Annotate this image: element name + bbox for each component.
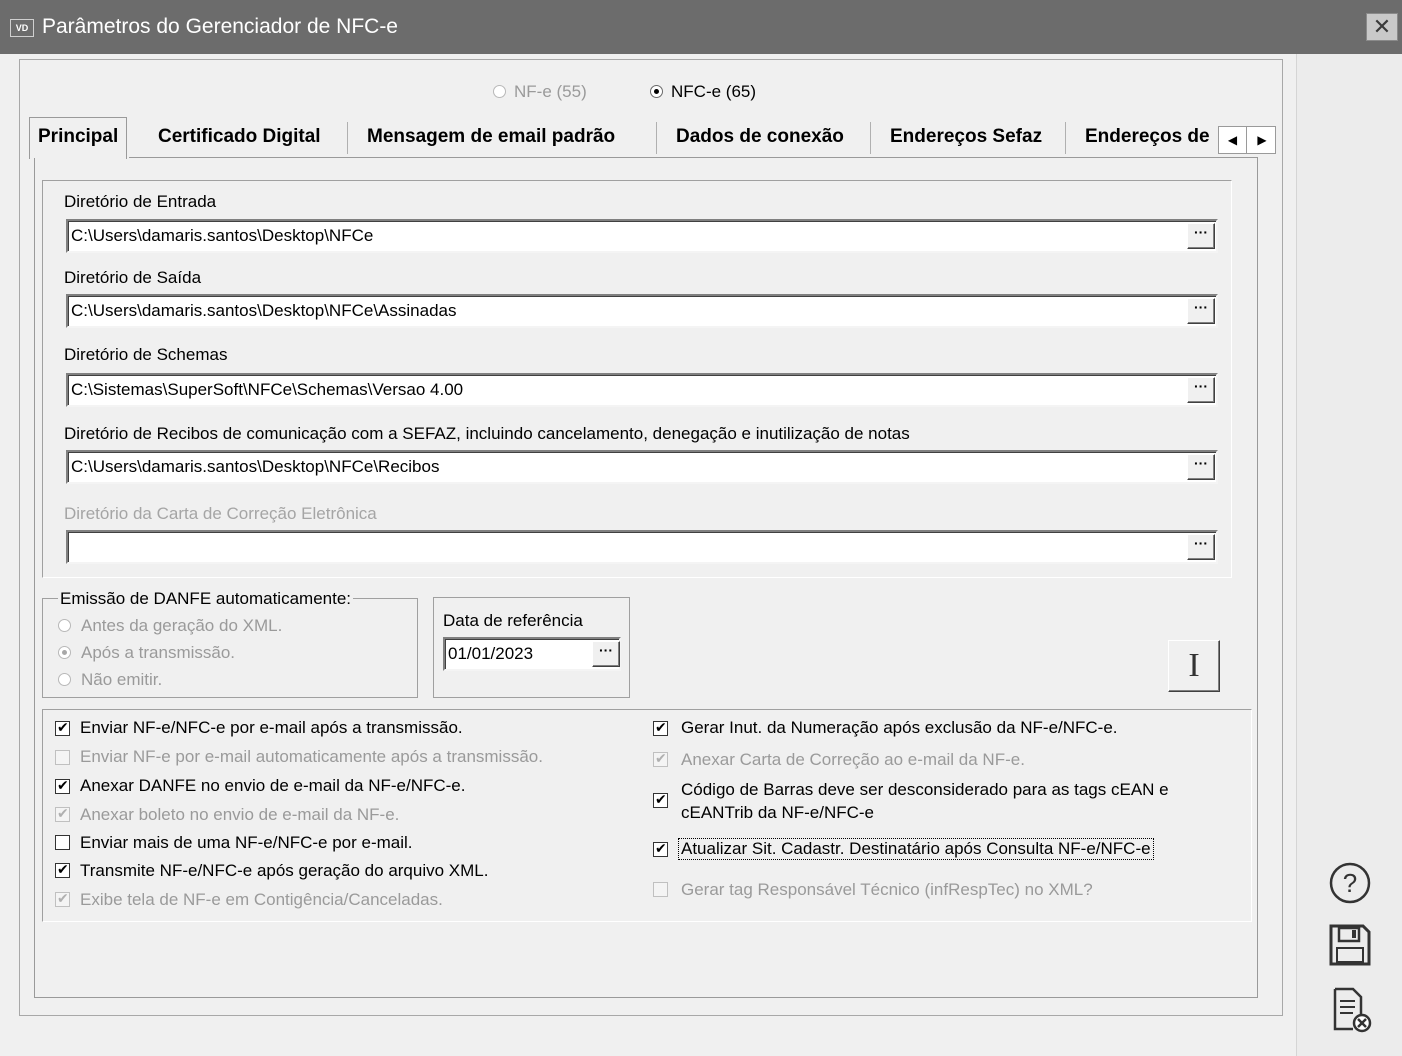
- input-diretorio-entrada[interactable]: C:\Users\damaris.santos\Desktop\NFCe: [66, 219, 1218, 253]
- app-icon: VD: [10, 19, 34, 37]
- checkbox-enviar-email[interactable]: [55, 719, 70, 736]
- label-enviar-mais-nfe[interactable]: Enviar mais de uma NF-e/NFC-e por e-mail…: [80, 833, 413, 853]
- tab-mensagem-email[interactable]: Mensagem de email padrão: [367, 118, 615, 158]
- radio-nfe-55-label: NF-e (55): [514, 82, 587, 101]
- checkbox-gerar-tag-resp-tecnico[interactable]: [653, 882, 668, 897]
- label-diretorio-entrada: Diretório de Entrada: [64, 192, 217, 211]
- tab-scroll-buttons: ◀ ▶: [1218, 126, 1276, 154]
- tab-bar: Principal Certificado Digital Mensagem d…: [25, 117, 1277, 159]
- radio-danfe-antes[interactable]: Antes da geração do XML.: [58, 616, 282, 636]
- title-bar: VD Parâmetros do Gerenciador de NFC-e ✕: [0, 0, 1402, 54]
- tab-separator: [656, 122, 657, 154]
- radio-nfe-55[interactable]: NF-e (55): [493, 82, 587, 102]
- label-atualizar-sit-cadastral[interactable]: Atualizar Sit. Cadastr. Destinatário apó…: [678, 838, 1154, 860]
- radio-nfe-55-indicator: [493, 85, 506, 98]
- danfe-group-title: Emissão de DANFE automaticamente:: [58, 589, 354, 609]
- label-diretorio-carta-correcao: Diretório da Carta de Correção Eletrônic…: [64, 504, 377, 523]
- checkbox-anexar-danfe[interactable]: [55, 777, 70, 794]
- label-anexar-carta-correcao[interactable]: Anexar Carta de Correção ao e-mail da NF…: [681, 750, 1025, 770]
- svg-text:?: ?: [1343, 868, 1357, 898]
- label-codigo-barras-line2[interactable]: cEANTrib da NF-e/NFC-e: [681, 803, 874, 823]
- radio-nfce-65-label: NFC-e (65): [671, 82, 757, 101]
- cancel-document-icon[interactable]: [1325, 985, 1375, 1035]
- label-diretorio-recibos: Diretório de Recibos de comunicação com …: [64, 424, 910, 443]
- label-diretorio-schemas: Diretório de Schemas: [64, 345, 228, 364]
- label-gerar-tag-resp-tecnico[interactable]: Gerar tag Responsável Técnico (infRespTe…: [681, 880, 1093, 900]
- label-enviar-email-auto[interactable]: Enviar NF-e por e-mail automaticamente a…: [80, 747, 543, 767]
- checkbox-transmite-nfe[interactable]: [55, 861, 70, 878]
- checkbox-exibe-tela-contingencia[interactable]: [55, 890, 70, 907]
- checkbox-codigo-barras[interactable]: [653, 791, 668, 808]
- tab-separator: [870, 122, 871, 154]
- input-diretorio-schemas[interactable]: C:\Sistemas\SuperSoft\NFCe\Schemas\Versa…: [66, 373, 1218, 407]
- checkbox-enviar-email-auto[interactable]: [55, 750, 70, 765]
- radio-nfce-65-indicator: [650, 85, 663, 98]
- tab-scroll-left-icon[interactable]: ◀: [1219, 127, 1247, 153]
- input-diretorio-carta-correcao[interactable]: [66, 530, 1218, 564]
- radio-danfe-nao-emitir-label: Não emitir.: [81, 670, 163, 689]
- save-icon[interactable]: [1325, 920, 1375, 970]
- radio-danfe-apos[interactable]: Após a transmissão.: [58, 643, 235, 663]
- browse-schemas-button[interactable]: ···: [1187, 377, 1215, 403]
- tab-dados-conexao[interactable]: Dados de conexão: [676, 118, 844, 158]
- label-gerar-inutilizacao[interactable]: Gerar Inut. da Numeração após exclusão d…: [681, 718, 1118, 738]
- radio-nfce-65[interactable]: NFC-e (65): [650, 82, 756, 102]
- tab-page-border: [129, 157, 1258, 158]
- checkbox-anexar-boleto[interactable]: [55, 805, 70, 822]
- checkbox-anexar-carta-correcao[interactable]: [653, 750, 668, 767]
- help-icon[interactable]: ?: [1325, 858, 1375, 908]
- label-data-referencia: Data de referência: [443, 611, 583, 630]
- checkbox-enviar-mais-nfe[interactable]: [55, 835, 70, 850]
- label-anexar-boleto[interactable]: Anexar boleto no envio de e-mail da NF-e…: [80, 805, 399, 825]
- browse-entrada-button[interactable]: ···: [1187, 223, 1215, 249]
- tab-certificado-digital[interactable]: Certificado Digital: [158, 118, 321, 158]
- input-diretorio-saida[interactable]: C:\Users\damaris.santos\Desktop\NFCe\Ass…: [66, 294, 1218, 328]
- input-diretorio-recibos[interactable]: C:\Users\damaris.santos\Desktop\NFCe\Rec…: [66, 450, 1218, 484]
- radio-danfe-antes-indicator: [58, 619, 71, 632]
- label-transmite-nfe[interactable]: Transmite NF-e/NFC-e após geração do arq…: [80, 861, 488, 881]
- radio-danfe-nao-emitir-indicator: [58, 673, 71, 686]
- date-picker-button[interactable]: ···: [592, 641, 620, 667]
- browse-saida-button[interactable]: ···: [1187, 298, 1215, 324]
- window-title: Parâmetros do Gerenciador de NFC-e: [42, 15, 398, 38]
- label-diretorio-saida: Diretório de Saída: [64, 268, 202, 287]
- radio-danfe-apos-label: Após a transmissão.: [81, 643, 236, 662]
- checkbox-atualizar-sit-cadastral[interactable]: [653, 840, 668, 857]
- radio-danfe-nao-emitir[interactable]: Não emitir.: [58, 670, 162, 690]
- info-button[interactable]: I: [1168, 640, 1220, 692]
- checkbox-gerar-inutilizacao[interactable]: [653, 719, 668, 736]
- label-anexar-danfe[interactable]: Anexar DANFE no envio de e-mail da NF-e/…: [80, 776, 465, 796]
- browse-recibos-button[interactable]: ···: [1187, 454, 1215, 480]
- label-enviar-email[interactable]: Enviar NF-e/NFC-e por e-mail após a tran…: [80, 718, 463, 738]
- tab-separator: [1065, 122, 1066, 154]
- browse-carta-correcao-button[interactable]: ···: [1187, 534, 1215, 560]
- close-button[interactable]: ✕: [1366, 13, 1398, 41]
- tab-principal[interactable]: Principal: [29, 117, 128, 159]
- label-exibe-tela-contingencia[interactable]: Exibe tela de NF-e em Contigência/Cancel…: [80, 890, 443, 910]
- tab-scroll-right-icon[interactable]: ▶: [1248, 127, 1276, 153]
- radio-danfe-antes-label: Antes da geração do XML.: [81, 616, 283, 635]
- label-codigo-barras-line1[interactable]: Código de Barras deve ser desconsiderado…: [681, 780, 1169, 800]
- tab-separator: [347, 122, 348, 154]
- tab-enderecos-sefaz[interactable]: Endereços Sefaz: [890, 118, 1042, 158]
- radio-danfe-apos-indicator: [58, 646, 71, 659]
